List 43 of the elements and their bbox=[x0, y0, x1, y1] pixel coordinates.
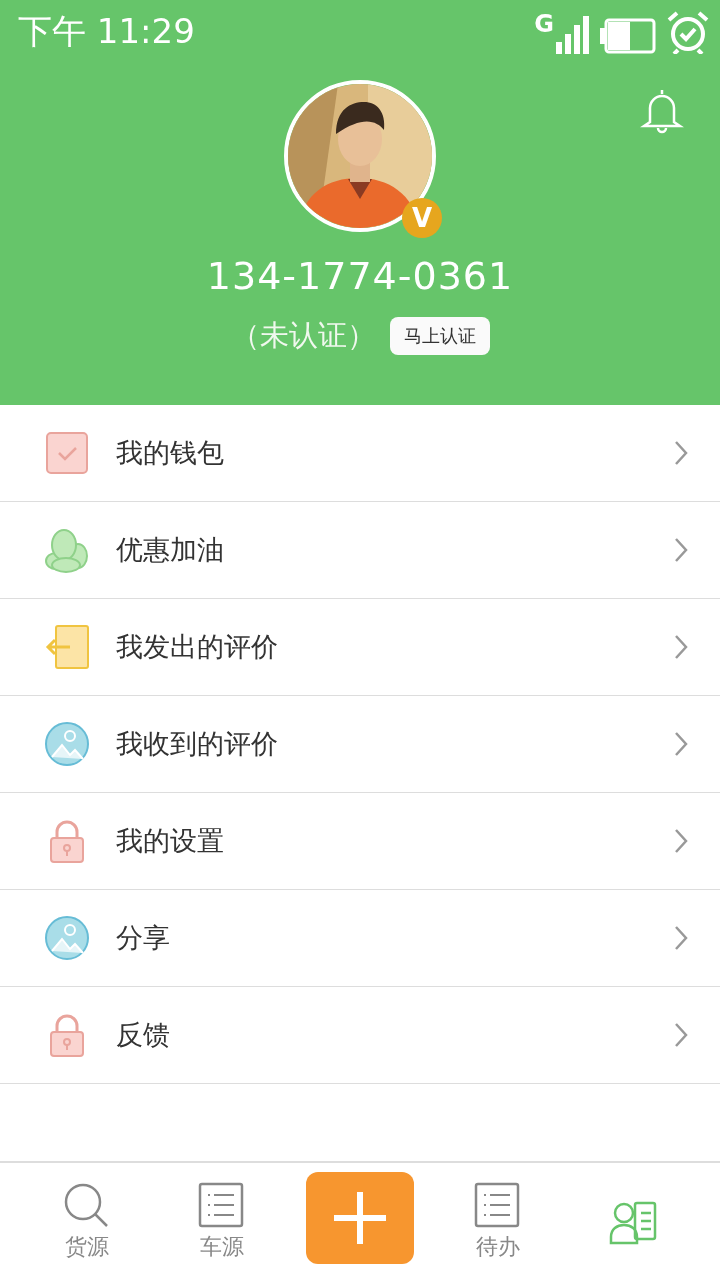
add-button[interactable] bbox=[305, 1171, 414, 1264]
signal-icon bbox=[556, 16, 590, 54]
chevron-icon bbox=[674, 537, 688, 563]
menu-label: 反馈 bbox=[116, 1018, 171, 1052]
phone-number: 134-1774-0361 bbox=[206, 254, 514, 298]
tab[interactable]: 车源 bbox=[171, 1181, 272, 1262]
chevron-icon bbox=[674, 925, 688, 951]
tab[interactable]: 货源 bbox=[37, 1181, 138, 1262]
tab-label: 货源 bbox=[65, 1232, 110, 1261]
alarm-icon bbox=[666, 10, 710, 54]
menu-item[interactable]: 我的设置 bbox=[0, 793, 720, 890]
list-icon bbox=[197, 1181, 246, 1228]
menu-label: 我收到的评价 bbox=[116, 727, 279, 761]
network-type: G bbox=[534, 10, 554, 38]
verify-button[interactable]: 马上认证 bbox=[389, 317, 490, 355]
tab-label: 车源 bbox=[199, 1232, 244, 1261]
picture-icon bbox=[44, 721, 90, 767]
menu-item[interactable]: 我的钱包 bbox=[0, 405, 720, 502]
menu-label: 我的设置 bbox=[116, 824, 225, 858]
exit-icon bbox=[44, 624, 90, 670]
menu-label: 优惠加油 bbox=[116, 533, 225, 567]
plus-icon bbox=[331, 1189, 388, 1246]
menu-label: 我的钱包 bbox=[116, 436, 225, 470]
menu-item[interactable]: 我收到的评价 bbox=[0, 696, 720, 793]
picture-icon bbox=[44, 915, 90, 961]
wallet-icon bbox=[44, 430, 90, 476]
menu-item[interactable]: 分享 bbox=[0, 890, 720, 987]
menu-item[interactable]: 优惠加油 bbox=[0, 502, 720, 599]
chevron-icon bbox=[674, 1022, 688, 1048]
menu-item[interactable]: 反馈 bbox=[0, 987, 720, 1084]
chevron-icon bbox=[674, 731, 688, 757]
tab-label: 待办 bbox=[476, 1232, 521, 1261]
status-time: 下午 11:29 bbox=[18, 10, 195, 53]
verify-status: （未认证） bbox=[230, 317, 376, 354]
chevron-icon bbox=[674, 828, 688, 854]
chevron-icon bbox=[674, 440, 688, 466]
chevron-icon bbox=[674, 634, 688, 660]
menu-item[interactable]: 我发出的评价 bbox=[0, 599, 720, 696]
battery-icon bbox=[600, 18, 656, 54]
menu-label: 分享 bbox=[116, 921, 171, 955]
menu-label: 我发出的评价 bbox=[116, 630, 279, 664]
tab[interactable]: 待办 bbox=[448, 1181, 549, 1262]
verified-badge: V bbox=[402, 198, 442, 238]
